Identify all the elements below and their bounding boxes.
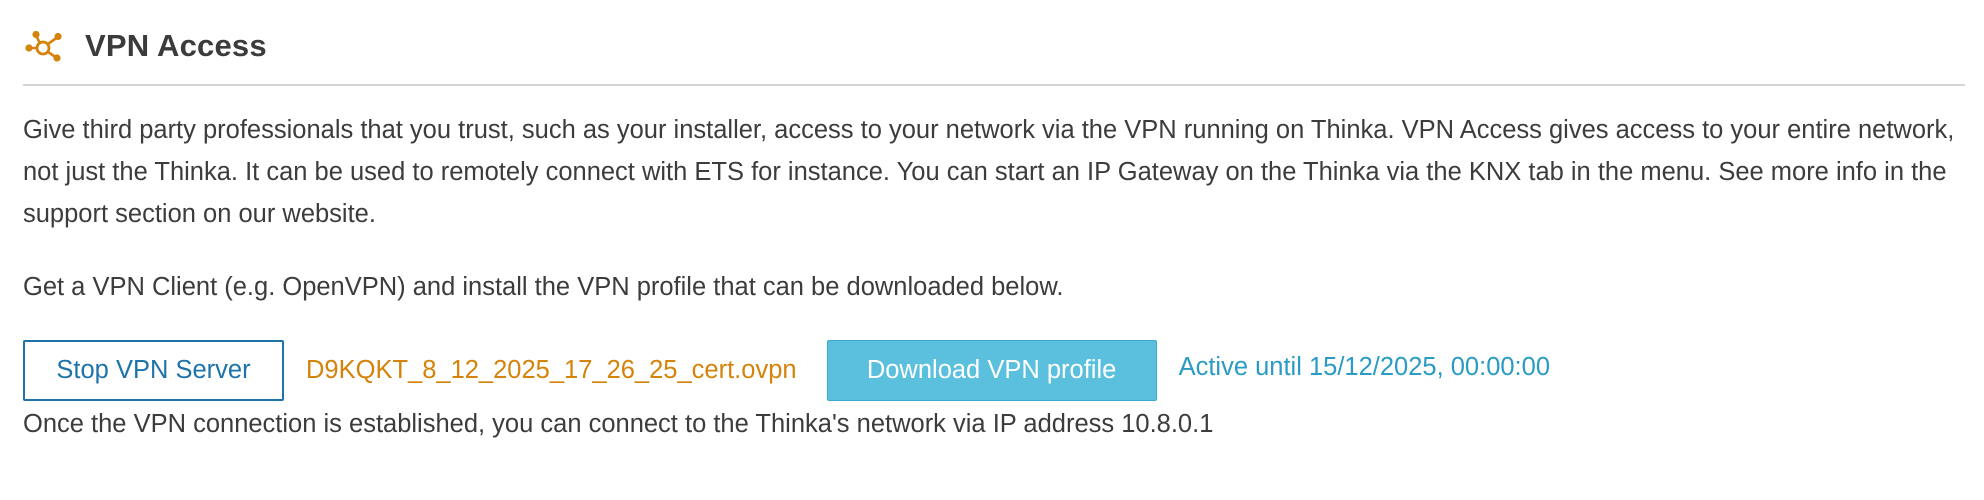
stop-vpn-server-button[interactable]: Stop VPN Server	[23, 340, 284, 401]
description-text: Give third party professionals that you …	[23, 116, 1955, 228]
cert-filename-link[interactable]: D9KQKT_8_12_2025_17_26_25_cert.ovpn	[306, 356, 797, 385]
header-divider	[23, 84, 1965, 86]
network-nodes-icon	[23, 29, 65, 63]
ip-address-note: Once the VPN connection is established, …	[23, 410, 1214, 438]
section-title: VPN Access	[85, 28, 267, 63]
download-vpn-profile-button[interactable]: Download VPN profile	[826, 340, 1157, 401]
section-header: VPN Access	[23, 24, 267, 68]
vpn-actions-row: Stop VPN Server D9KQKT_8_12_2025_17_26_2…	[23, 340, 1550, 401]
instruction-text: Get a VPN Client (e.g. OpenVPN) and inst…	[23, 273, 1064, 301]
active-until-status: Active until 15/12/2025, 00:00:00	[1178, 353, 1551, 381]
